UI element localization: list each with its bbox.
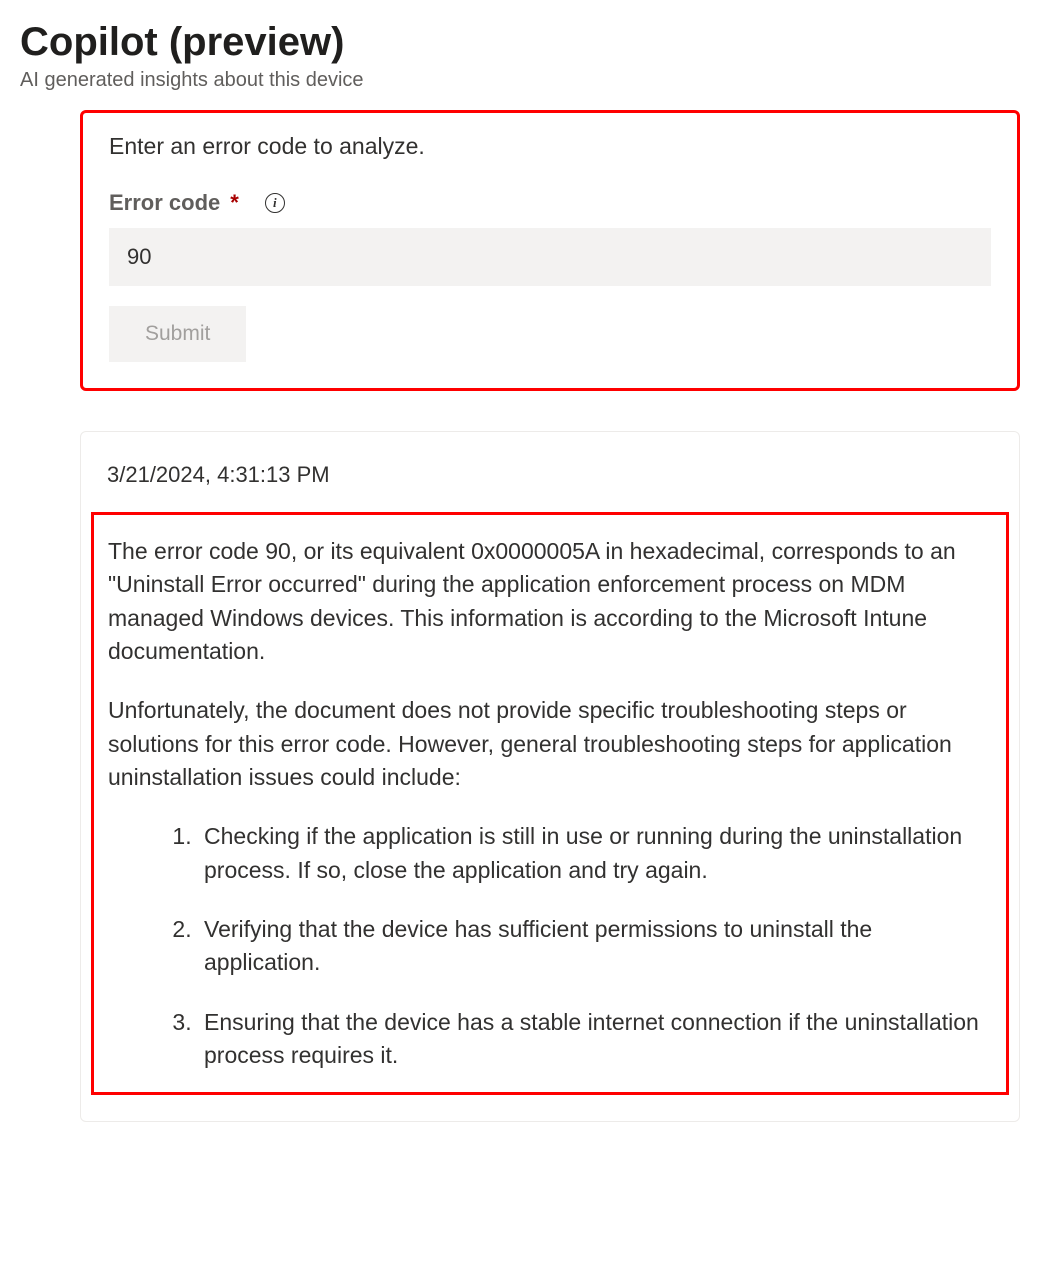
list-item: Verifying that the device has sufficient… <box>198 913 992 980</box>
page-subtitle: AI generated insights about this device <box>20 69 1020 92</box>
response-paragraph-1: The error code 90, or its equivalent 0x0… <box>108 535 992 668</box>
submit-button[interactable]: Submit <box>109 306 246 362</box>
required-asterisk: * <box>230 190 239 216</box>
troubleshooting-steps-list: Checking if the application is still in … <box>108 820 992 1072</box>
response-body: The error code 90, or its equivalent 0x0… <box>91 512 1009 1095</box>
error-code-label: Error code <box>109 190 220 216</box>
list-item: Ensuring that the device has a stable in… <box>198 1006 992 1073</box>
error-code-input-card: Enter an error code to analyze. Error co… <box>80 110 1020 391</box>
response-card: 3/21/2024, 4:31:13 PM The error code 90,… <box>80 431 1020 1122</box>
error-code-input[interactable] <box>109 228 991 286</box>
response-timestamp: 3/21/2024, 4:31:13 PM <box>107 462 993 488</box>
list-item: Checking if the application is still in … <box>198 820 992 887</box>
info-icon[interactable]: i <box>265 193 285 213</box>
page-title: Copilot (preview) <box>20 20 1020 65</box>
input-prompt: Enter an error code to analyze. <box>109 133 991 160</box>
field-label-row: Error code * i <box>109 190 991 216</box>
response-paragraph-2: Unfortunately, the document does not pro… <box>108 694 992 794</box>
